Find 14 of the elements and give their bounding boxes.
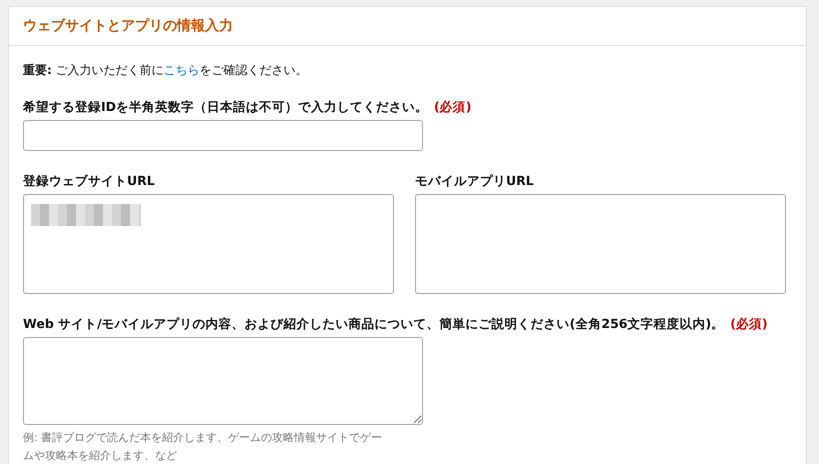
field-label: 登録ウェブサイトURL	[23, 173, 155, 190]
field-label: Web サイト/モバイルアプリの内容、および紹介したい商品について、簡単にご説明ください(全角256文字程度以内)。	[23, 316, 724, 333]
field-label: モバイルアプリURL	[415, 173, 534, 190]
text-area-field[interactable]	[23, 337, 423, 425]
required-mark: (必須)	[730, 316, 768, 333]
notice-text: 重要: ご入力いただく前に こちら をご確認ください。	[23, 62, 309, 79]
hint-text: 例: 書評ブログで読んだ本を紹介します、ゲームの攻略情報サイトでゲームや攻略本を紹介します、など	[23, 430, 384, 464]
panel-title: ウェブサイトとアプリの情報入力	[23, 17, 233, 35]
text-area-field[interactable]	[23, 194, 394, 294]
notice-link[interactable]: こちら	[164, 63, 200, 77]
required-mark: (必須)	[434, 99, 472, 116]
field-label: 希望する登録IDを半角英数字（日本語は不可）で入力してください。	[23, 99, 428, 116]
text-area-field[interactable]	[415, 194, 786, 294]
text-field[interactable]	[23, 120, 423, 151]
